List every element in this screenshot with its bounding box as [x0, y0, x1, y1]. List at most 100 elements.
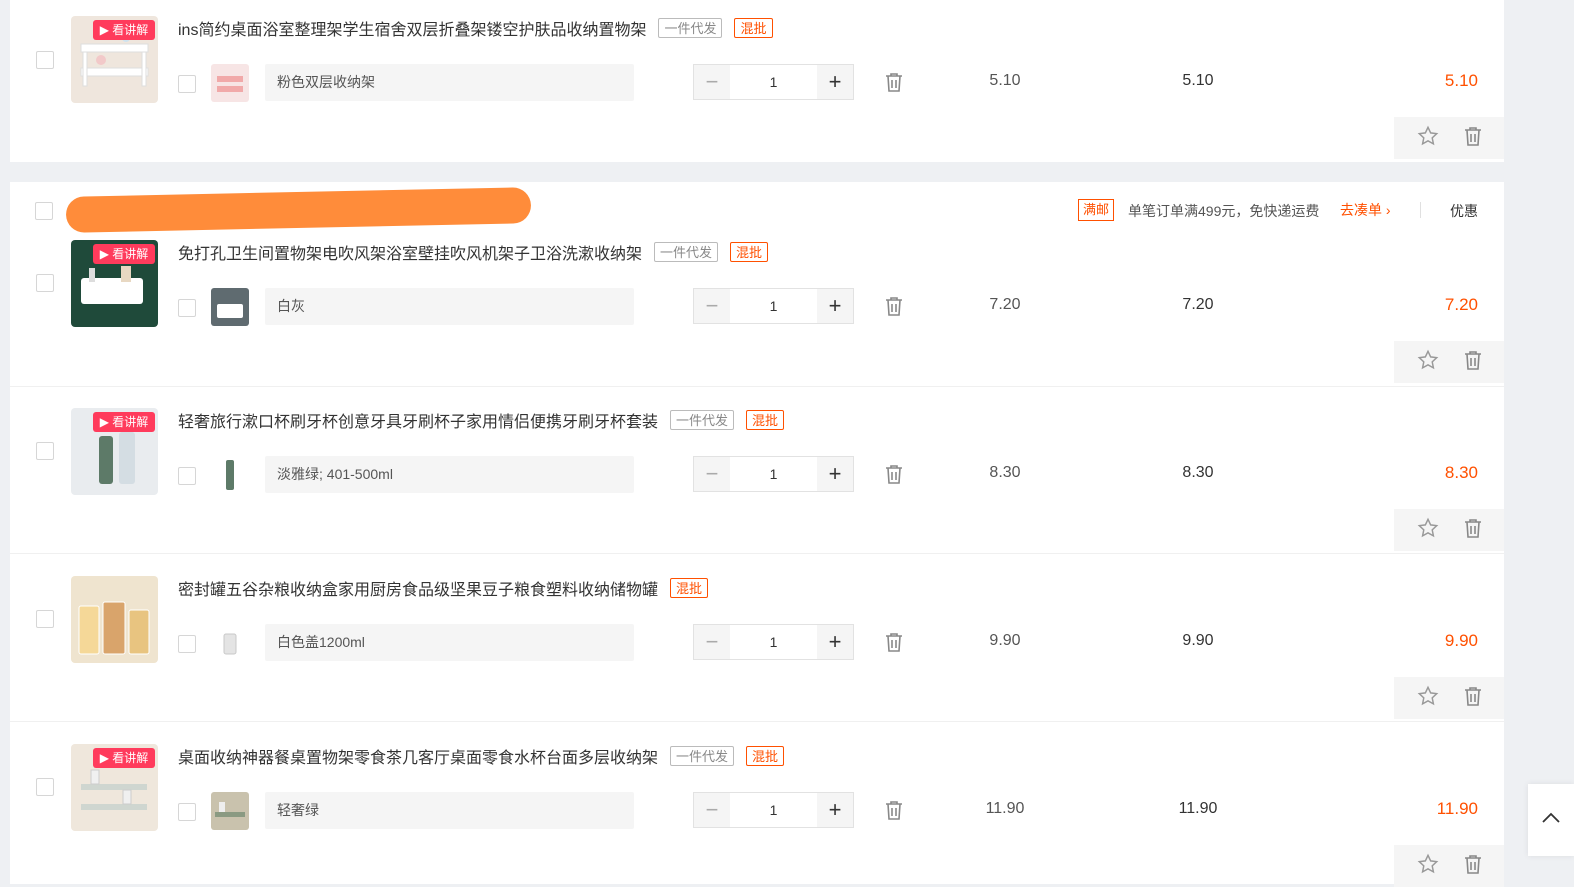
- trash-icon[interactable]: [1464, 686, 1482, 711]
- item-checkbox[interactable]: [36, 778, 54, 796]
- mix-batch-tag: 混批: [730, 242, 769, 262]
- mix-batch-tag: 混批: [746, 410, 785, 430]
- sku-checkbox[interactable]: [178, 803, 196, 821]
- sku-spec[interactable]: 粉色双层收纳架: [265, 64, 634, 101]
- sku-thumbnail: [211, 792, 249, 830]
- total-price: 8.30: [1444, 463, 1478, 482]
- increase-button[interactable]: +: [817, 65, 853, 99]
- product-title[interactable]: ins简约桌面浴室整理架学生宿舍双层折叠架镂空护肤品收纳置物架: [178, 16, 646, 40]
- product-title-row: 密封罐五谷杂粮收纳盒家用厨房食品级坚果豆子粮食塑料收纳储物罐 混批: [178, 576, 709, 600]
- sku-spec[interactable]: 淡雅绿; 401-500ml: [265, 456, 634, 493]
- subtotal-price: 11.90: [1178, 800, 1218, 817]
- trash-icon[interactable]: [885, 632, 903, 657]
- cart-item: ▶ 看讲解 桌面收纳神器餐桌置物架零食茶几客厅桌面零食水杯台面多层收纳架 一件代…: [10, 708, 1504, 887]
- total-price: 7.20: [1444, 295, 1478, 314]
- quantity-stepper: − 1 +: [693, 288, 854, 324]
- trash-icon[interactable]: [1464, 854, 1482, 879]
- quantity-input[interactable]: 1: [730, 65, 817, 99]
- dropship-tag: 一件代发: [670, 746, 735, 766]
- cart-store-card: ▶ 看讲解 ins简约桌面浴室整理架学生宿舍双层折叠架镂空护肤品收纳置物架 一件…: [10, 0, 1504, 162]
- item-action-bar: [1394, 117, 1504, 159]
- unit-price: 8.30: [989, 464, 1021, 481]
- product-thumbnail[interactable]: ▶ 看讲解: [71, 16, 158, 103]
- product-title-row: 桌面收纳神器餐桌置物架零食茶几客厅桌面零食水杯台面多层收纳架 一件代发 混批: [178, 744, 785, 768]
- subtotal-price: 9.90: [1182, 632, 1214, 649]
- cart-item: ▶ 看讲解 免打孔卫生间置物架电吹风架浴室壁挂吹风机架子卫浴洗漱收纳架 一件代发…: [10, 204, 1504, 383]
- total-price: 9.90: [1444, 631, 1478, 650]
- product-title-row: 轻奢旅行漱口杯刷牙杯创意牙具牙刷杯子家用情侣便携牙刷牙杯套装 一件代发 混批: [178, 408, 785, 432]
- trash-icon[interactable]: [885, 800, 903, 825]
- increase-button[interactable]: +: [817, 289, 853, 323]
- decrease-button[interactable]: −: [694, 625, 730, 659]
- sku-spec[interactable]: 白色盖1200ml: [265, 624, 634, 661]
- item-checkbox[interactable]: [36, 442, 54, 460]
- sku-thumbnail: [211, 64, 249, 102]
- sku-thumbnail: [211, 288, 249, 326]
- product-title[interactable]: 密封罐五谷杂粮收纳盒家用厨房食品级坚果豆子粮食塑料收纳储物罐: [178, 576, 658, 600]
- subtotal-price: 7.20: [1182, 296, 1214, 313]
- product-title[interactable]: 免打孔卫生间置物架电吹风架浴室壁挂吹风机架子卫浴洗漱收纳架: [178, 240, 642, 264]
- chevron-up-icon: [1541, 811, 1561, 829]
- quantity-stepper: − 1 +: [693, 624, 854, 660]
- total-price: 5.10: [1444, 71, 1478, 90]
- sku-spec[interactable]: 白灰: [265, 288, 634, 325]
- product-thumbnail[interactable]: ▶ 看讲解: [71, 408, 158, 495]
- cart-item: 密封罐五谷杂粮收纳盒家用厨房食品级坚果豆子粮食塑料收纳储物罐 混批 白色盖120…: [10, 540, 1504, 719]
- item-checkbox[interactable]: [36, 610, 54, 628]
- subtotal-price: 8.30: [1182, 464, 1214, 481]
- explain-video-badge[interactable]: ▶ 看讲解: [93, 244, 155, 264]
- dropship-tag: 一件代发: [654, 242, 719, 262]
- mix-batch-tag: 混批: [670, 578, 709, 598]
- unit-price: 5.10: [989, 72, 1021, 89]
- star-icon[interactable]: [1417, 125, 1439, 152]
- quantity-input[interactable]: 1: [730, 625, 817, 659]
- total-price: 11.90: [1436, 799, 1478, 818]
- trash-icon[interactable]: [1464, 518, 1482, 543]
- quantity-input[interactable]: 1: [730, 289, 817, 323]
- sku-checkbox[interactable]: [178, 635, 196, 653]
- explain-video-badge[interactable]: ▶ 看讲解: [93, 20, 155, 40]
- trash-icon[interactable]: [885, 72, 903, 97]
- product-thumbnail[interactable]: ▶ 看讲解: [71, 240, 158, 327]
- quantity-input[interactable]: 1: [730, 457, 817, 491]
- decrease-button[interactable]: −: [694, 289, 730, 323]
- product-title[interactable]: 轻奢旅行漱口杯刷牙杯创意牙具牙刷杯子家用情侣便携牙刷牙杯套装: [178, 408, 658, 432]
- trash-icon[interactable]: [885, 296, 903, 321]
- increase-button[interactable]: +: [817, 625, 853, 659]
- mix-batch-tag: 混批: [734, 18, 773, 38]
- quantity-stepper: − 1 +: [693, 456, 854, 492]
- sku-spec[interactable]: 轻奢绿: [265, 792, 634, 829]
- product-title[interactable]: 桌面收纳神器餐桌置物架零食茶几客厅桌面零食水杯台面多层收纳架: [178, 744, 658, 768]
- explain-video-badge[interactable]: ▶ 看讲解: [93, 748, 155, 768]
- quantity-stepper: − 1 +: [693, 792, 854, 828]
- product-thumbnail[interactable]: ▶ 看讲解: [71, 744, 158, 831]
- unit-price: 9.90: [989, 632, 1021, 649]
- cart-item: ▶ 看讲解 ins简约桌面浴室整理架学生宿舍双层折叠架镂空护肤品收纳置物架 一件…: [10, 0, 1504, 159]
- product-title-row: 免打孔卫生间置物架电吹风架浴室壁挂吹风机架子卫浴洗漱收纳架 一件代发 混批: [178, 240, 769, 264]
- star-icon[interactable]: [1417, 853, 1439, 880]
- sku-checkbox[interactable]: [178, 299, 196, 317]
- item-checkbox[interactable]: [36, 51, 54, 69]
- quantity-input[interactable]: 1: [730, 793, 817, 827]
- explain-video-badge[interactable]: ▶ 看讲解: [93, 412, 155, 432]
- quantity-stepper: − 1 +: [693, 64, 854, 100]
- back-to-top-button[interactable]: [1528, 784, 1574, 856]
- trash-icon[interactable]: [885, 464, 903, 489]
- item-checkbox[interactable]: [36, 274, 54, 292]
- increase-button[interactable]: +: [817, 793, 853, 827]
- decrease-button[interactable]: −: [694, 65, 730, 99]
- increase-button[interactable]: +: [817, 457, 853, 491]
- sku-thumbnail: [211, 456, 249, 494]
- dropship-tag: 一件代发: [670, 410, 735, 430]
- sku-checkbox[interactable]: [178, 467, 196, 485]
- product-thumbnail[interactable]: [71, 576, 158, 663]
- decrease-button[interactable]: −: [694, 793, 730, 827]
- dropship-tag: 一件代发: [658, 18, 723, 38]
- trash-icon[interactable]: [1464, 126, 1482, 151]
- trash-icon[interactable]: [1464, 350, 1482, 375]
- decrease-button[interactable]: −: [694, 457, 730, 491]
- unit-price: 7.20: [989, 296, 1021, 313]
- sku-checkbox[interactable]: [178, 75, 196, 93]
- subtotal-price: 5.10: [1182, 72, 1214, 89]
- sku-thumbnail: [211, 624, 249, 662]
